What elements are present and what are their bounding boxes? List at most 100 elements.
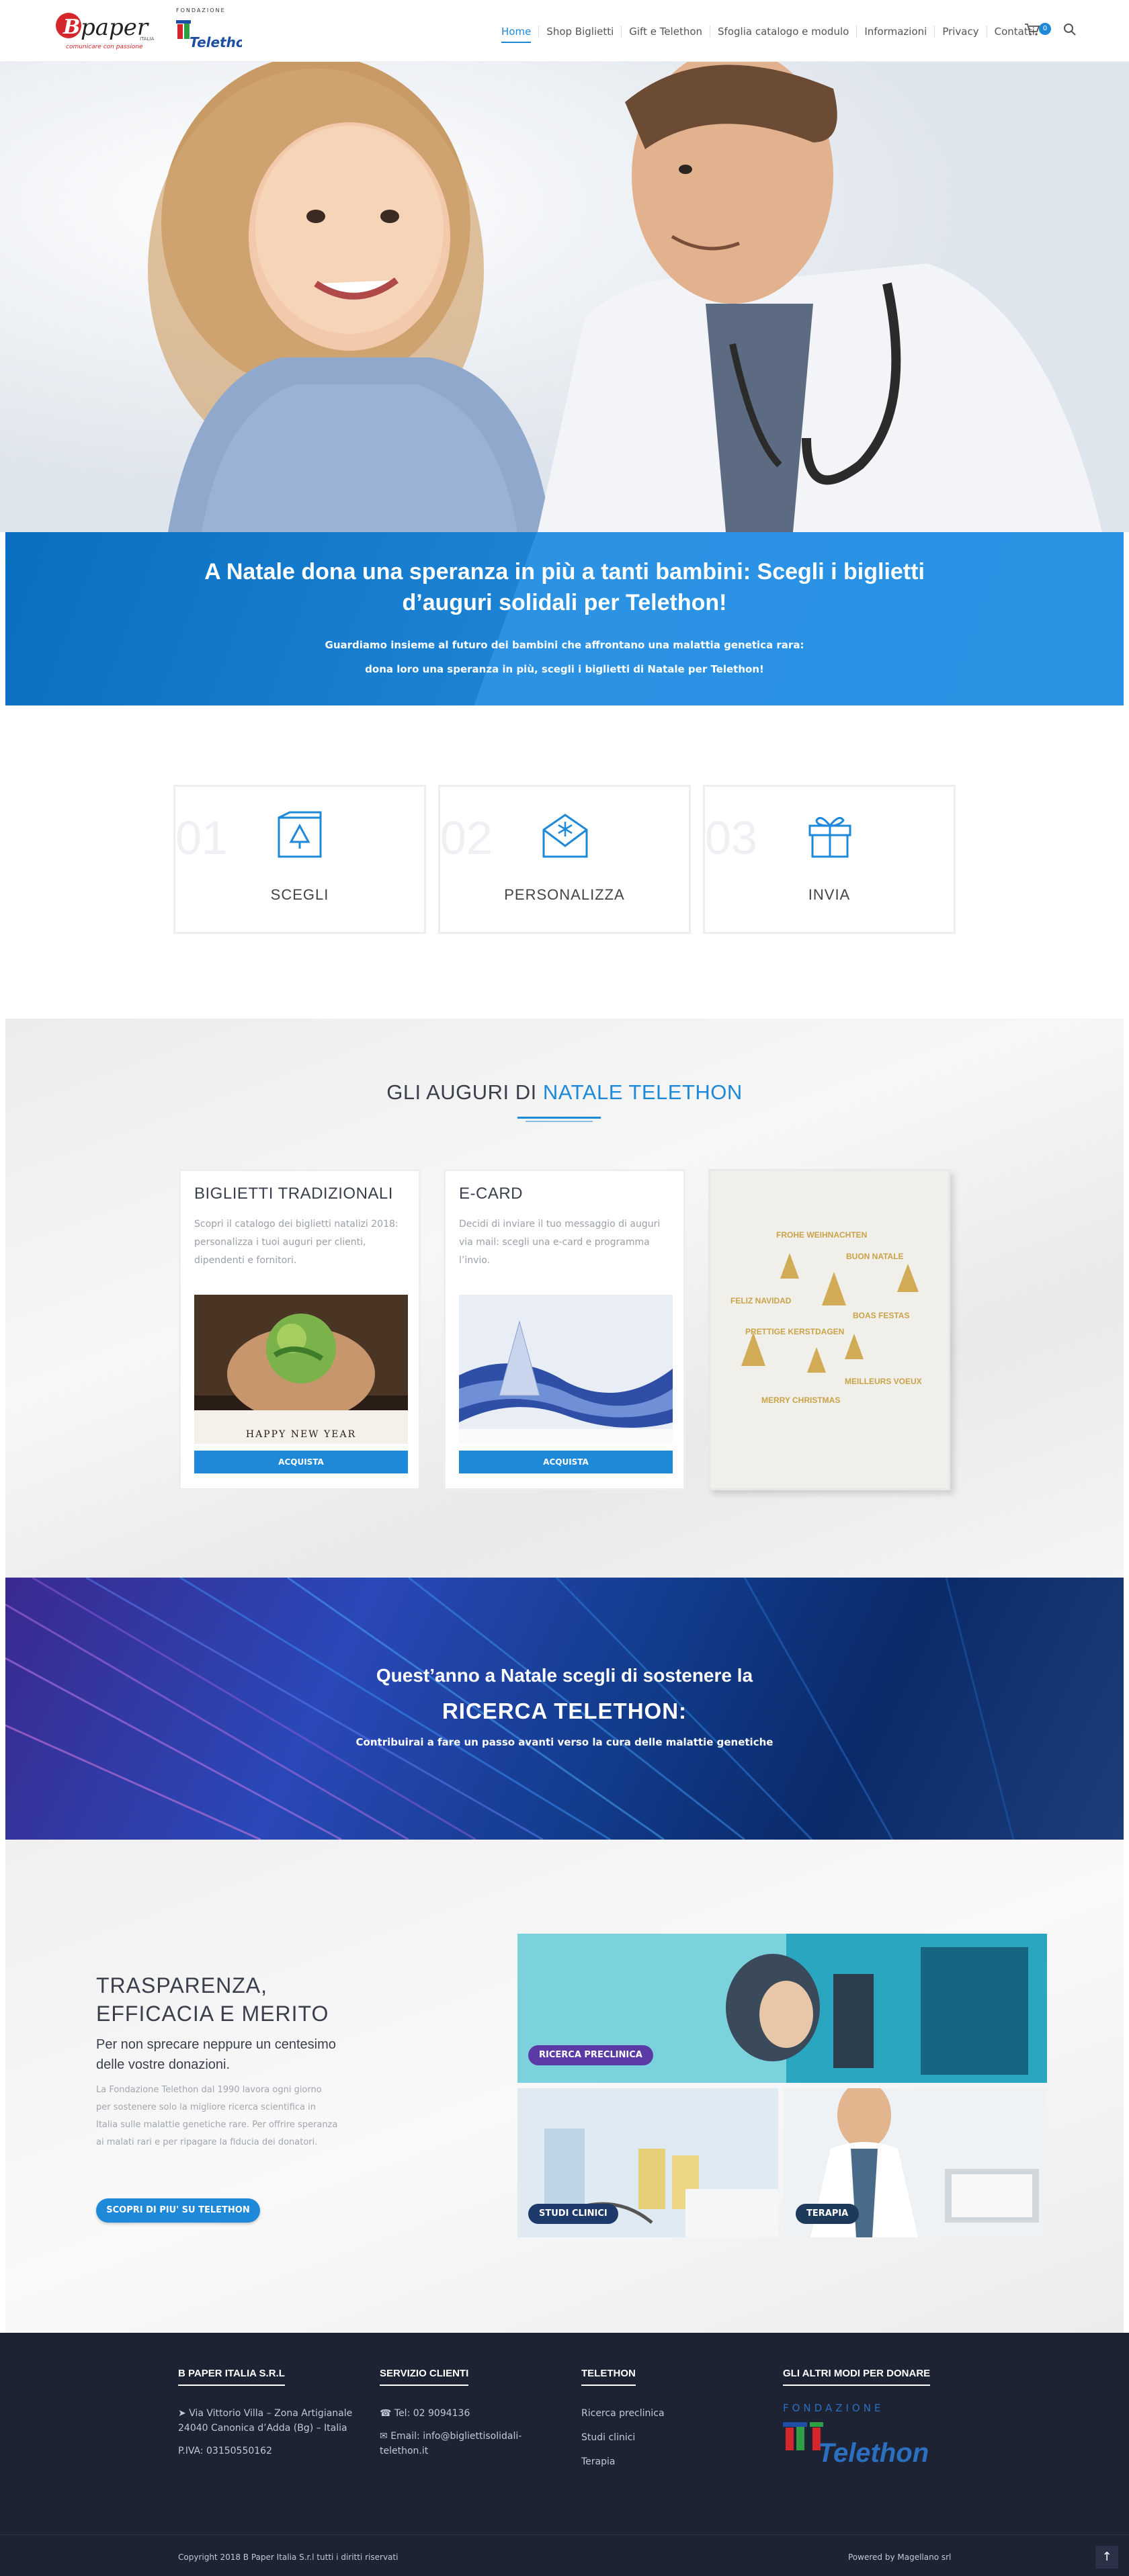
footer-telethon-logo[interactable]: FONDAZIONE Telethon [783,2402,958,2468]
footer-link-studi[interactable]: Studi clinici [581,2430,756,2445]
tile-ricerca-preclinica[interactable]: RICERCA PRECLINICA [517,1934,1047,2083]
site-footer: B PAPER ITALIA S.R.L ➤ Via Vittorio Vill… [0,2333,1129,2576]
footer-heading: SERVIZIO CLIENTI [380,2368,469,2386]
step-label: INVIA [808,886,851,903]
trasparenza-title: TRASPARENZA, EFFICACIA E MERITO [96,1971,329,2028]
nav-informazioni[interactable]: Informazioni [857,26,935,38]
trasparenza-section: TRASPARENZA, EFFICACIA E MERITO Per non … [5,1840,1124,2333]
search-icon[interactable] [1063,23,1077,36]
back-to-top-icon[interactable]: ↑ [1095,2546,1118,2569]
bpaper-logo[interactable]: B paper ITALIA comunicare con passione [54,8,161,52]
ricerca-line-1: Quest’anno a Natale scegli di sostenere … [376,1665,753,1686]
address-line: 24040 Canonica d’Adda (Bg) – Italia [178,2423,347,2434]
card-image-caption: HAPPY NEW YEAR [246,1429,356,1440]
main-nav: Home Shop Biglietti Gift e Telethon Sfog… [494,22,1042,43]
footer-col-donare: GLI ALTRI MODI PER DONARE FONDAZIONE Tel… [783,2366,958,2468]
powered-by[interactable]: Powered by Magellano srl [848,2552,951,2562]
step-invia[interactable]: 03 INVIA [703,785,956,934]
card-text: Scopri il catalogo dei biglietti nataliz… [194,1219,399,1266]
footer-heading: GLI ALTRI MODI PER DONARE [783,2368,931,2386]
step-number: 03 [705,812,757,864]
gift-icon [806,811,854,859]
footer-logo-name: Telethon [818,2438,929,2468]
auguri-title-b: NATALE TELETHON [542,1080,743,1104]
footer-bottom-bar: Copyright 2018 B Paper Italia S.r.l tutt… [0,2534,1129,2576]
step-scegli[interactable]: 01 SCEGLI [173,785,426,934]
greeting-text: BUON NATALE [846,1252,904,1261]
svg-text:ITALIA: ITALIA [140,36,155,42]
footer-heading: B PAPER ITALIA S.R.L [178,2368,285,2386]
footer-link-terapia[interactable]: Terapia [581,2454,756,2469]
steps-section: 01 SCEGLI 02 PERSONALIZZA 03 INVIA [173,785,956,935]
greeting-text: PRETTIGE KERSTDAGEN [745,1327,845,1336]
tile-studi-clinici[interactable]: STUDI CLINICI [517,2088,778,2237]
hero-image [0,62,1129,532]
card-tree-icon [276,811,325,859]
title-underline [517,1117,601,1119]
tile-terapia[interactable]: TERAPIA [784,2088,1047,2237]
nav-sfoglia-catalogo[interactable]: Sfoglia catalogo e modulo [710,26,858,38]
telethon-logo[interactable]: FONDAZIONE Telethon [175,5,255,56]
tile-label: RICERCA PRECLINICA [528,2045,653,2065]
step-label: PERSONALIZZA [504,886,625,903]
card-image-globe[interactable]: HAPPY NEW YEAR [194,1295,408,1444]
ricerca-line-2: RICERCA TELETHON: [442,1699,687,1723]
nav-privacy[interactable]: Privacy [935,26,987,38]
greeting-text: BOAS FESTAS [853,1311,910,1320]
card-biglietti-tradizionali: BIGLIETTI TRADIZIONALI Scopri il catalog… [179,1169,421,1490]
scopri-telethon-button[interactable]: SCOPRI DI PIU' SU TELETHON [96,2198,260,2223]
card-text: Decidi di inviare il tuo messaggio di au… [459,1219,661,1266]
nav-home[interactable]: Home [494,26,540,43]
acquista-button[interactable]: ACQUISTA [459,1451,673,1473]
card-greetings-image[interactable]: FROHE WEIHNACHTEN BUON NATALE FELIZ NAVI… [708,1169,950,1490]
footer-col-servizio: SERVIZIO CLIENTI ☎ Tel: 02 9094136 ✉ Ema… [380,2366,554,2458]
envelope-icon: ✉ [380,2431,391,2442]
card-image-tree[interactable] [459,1295,673,1444]
site-header: B paper ITALIA comunicare con passione F… [0,0,1129,62]
auguri-title: GLI AUGURI DI NATALE TELETHON [5,1080,1124,1105]
acquista-button[interactable]: ACQUISTA [194,1451,408,1473]
greeting-text: FROHE WEIHNACHTEN [776,1230,868,1240]
auguri-section: GLI AUGURI DI NATALE TELETHON BIGLIETTI … [5,1019,1124,1578]
greeting-text: MERRY CHRISTMAS [761,1396,841,1405]
greeting-text: MEILLEURS VOEUX [845,1377,922,1386]
copyright: Copyright 2018 B Paper Italia S.r.l tutt… [178,2552,399,2562]
svg-text:FONDAZIONE: FONDAZIONE [176,7,226,13]
nav-shop-biglietti[interactable]: Shop Biglietti [539,26,622,38]
trasparenza-title-2: EFFICACIA E MERITO [96,2002,329,2026]
banner-text-1: Guardiamo insieme al futuro dei bambini … [325,639,804,651]
hero-banner: A Natale dona una speranza in più a tant… [5,532,1124,705]
step-personalizza[interactable]: 02 PERSONALIZZA [438,785,691,934]
footer-link-ricerca[interactable]: Ricerca preclinica [581,2406,756,2421]
trasparenza-title-1: TRASPARENZA, [96,1973,267,1998]
card-ecard: E-CARD Decidi di inviare il tuo messaggi… [444,1169,685,1490]
footer-col-telethon: TELETHON Ricerca preclinica Studi clinic… [581,2366,756,2469]
ricerca-section: Quest’anno a Natale scegli di sostenere … [5,1578,1124,1840]
footer-address: ➤ Via Vittorio Villa – Zona Artigianale … [178,2406,353,2458]
card-title: BIGLIETTI TRADIZIONALI [194,1185,393,1203]
ricerca-line-3: Contribuirai a fare un passo avanti vers… [356,1736,773,1748]
trasparenza-body: La Fondazione Telethon dal 1990 lavora o… [96,2085,338,2147]
footer-email[interactable]: ✉ Email: info@bigliettisolidali-telethon… [380,2429,528,2458]
cart-count-badge: 0 [1039,23,1051,35]
location-arrow-icon: ➤ [178,2408,190,2419]
phone-icon: ☎ [380,2408,394,2419]
svg-text:B: B [62,15,80,39]
svg-text:comunicare con passione: comunicare con passione [66,44,143,50]
step-number: 01 [175,812,228,864]
auguri-title-a: GLI AUGURI DI [386,1080,543,1104]
tile-label: TERAPIA [796,2204,860,2224]
footer-col-company: B PAPER ITALIA S.R.L ➤ Via Vittorio Vill… [178,2366,353,2458]
footer-phone[interactable]: ☎ Tel: 02 9094136 [380,2406,554,2421]
nav-gift-telethon[interactable]: Gift e Telethon [622,26,711,38]
trasparenza-subtitle: Per non sprecare neppure un centesimo de… [96,2037,336,2072]
title-underline-2 [526,1121,593,1122]
svg-text:paper: paper [81,14,149,41]
banner-title: A Natale dona una speranza in più a tant… [204,559,925,615]
footer-logo-top: FONDAZIONE [783,2402,884,2414]
step-number: 02 [440,812,493,864]
card-title: E-CARD [459,1185,524,1203]
cart-icon[interactable] [1024,23,1040,36]
greeting-text: FELIZ NAVIDAD [730,1296,792,1305]
tile-label: STUDI CLINICI [528,2204,618,2224]
